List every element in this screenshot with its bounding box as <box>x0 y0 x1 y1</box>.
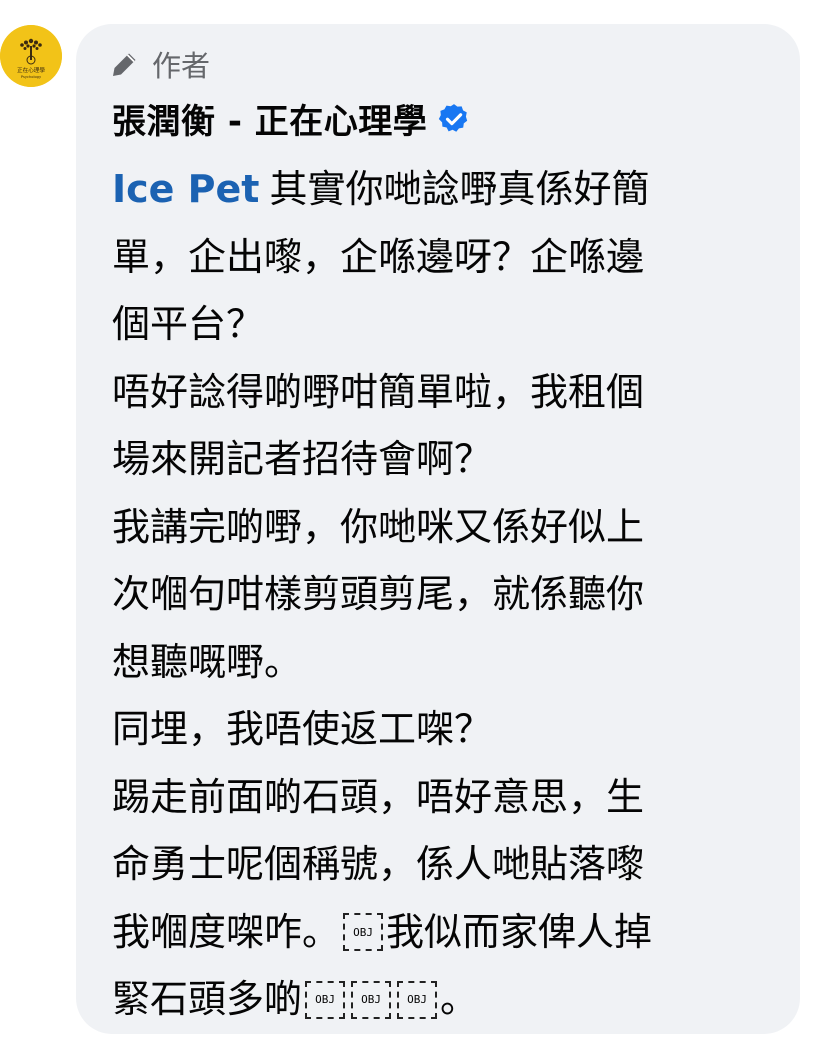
obj-placeholder-icon: OBJ <box>397 980 438 1019</box>
comment-line-text: 其實你哋諗嘢真係好簡 <box>269 167 650 211</box>
comment-line: 命勇士呢個稱號，係人哋貼落嚟 <box>112 831 752 899</box>
comment-line-text: 我似而家俾人掉 <box>386 909 653 954</box>
comment-line-text: 次嗰句咁樣剪頭剪尾，就係聽你 <box>112 572 645 616</box>
comment-line-text: 想聽嘅嘢。 <box>112 639 303 684</box>
comment-line-text: 我嗰度㗎咋。 <box>112 909 341 954</box>
comment-line-text: 我講完啲嘢，你哋咪又係好似上 <box>112 504 645 549</box>
comment-line-text: 單，企出嚟，企喺邊呀？企喺邊 <box>112 234 645 279</box>
comment-text: Ice Pet 其實你哋諗嘢真係好簡 單，企出嚟，企喺邊呀？企喺邊 個平台？ 唔… <box>112 156 752 1034</box>
comment-line: 個平台？ <box>112 291 752 359</box>
comment-line-text: 個平台？ <box>112 302 265 346</box>
obj-placeholder-icon: OBJ <box>343 913 384 952</box>
avatar-logo-subtext: Psychology <box>21 75 42 79</box>
comment-line-text: 踢走前面啲石頭，唔好意思，生 <box>112 774 645 819</box>
comment-line-text: 緊石頭多啲 <box>112 977 303 1021</box>
author-name-row: 張潤衡 - 正在心理學 <box>112 94 471 143</box>
avatar-logo-text: 正在心理學 <box>17 66 45 74</box>
comment-line-text: 場來開記者招待會啊？ <box>112 437 493 481</box>
comment-line: 單，企出嚟，企喺邊呀？企喺邊 <box>112 224 752 292</box>
comment-line-text: 唔好諗得啲嘢咁簡單啦，我租個 <box>112 369 645 414</box>
comment-line: Ice Pet 其實你哋諗嘢真係好簡 <box>112 156 752 224</box>
obj-placeholder-icon: OBJ <box>351 980 392 1019</box>
author-role-label: 作者 <box>152 49 211 83</box>
comment-line: 場來開記者招待會啊？ <box>112 426 752 494</box>
author-name[interactable]: 張潤衡 - 正在心理學 <box>112 94 427 143</box>
comment-line: 同埋，我唔使返工㗎？ <box>112 696 752 764</box>
obj-placeholder-icon: OBJ <box>305 980 346 1019</box>
comment-line-text: 命勇士呢個稱號，係人哋貼落嚟 <box>112 842 645 886</box>
pencil-icon <box>110 49 140 79</box>
avatar[interactable]: 正在心理學 Psychology <box>0 25 62 87</box>
comment-line-text: 同埋，我唔使返工㗎？ <box>112 707 493 751</box>
comment-line: 我講完啲嘢，你哋咪又係好似上 <box>112 494 752 562</box>
comment-line: 我嗰度㗎咋。 OBJ 我似而家俾人掉 <box>112 899 752 967</box>
comment-line-text: 。 <box>440 977 479 1021</box>
verified-badge-icon <box>437 102 471 136</box>
mention-link[interactable]: Ice Pet <box>112 156 259 224</box>
comment-line: 緊石頭多啲 OBJ OBJ OBJ 。 <box>112 966 752 1034</box>
comment-line: 踢走前面啲石頭，唔好意思，生 <box>112 764 752 832</box>
author-role-row: 作者 <box>110 44 210 84</box>
comment-line: 想聽嘅嘢。 <box>112 629 752 697</box>
tree-logo-icon: 正在心理學 Psychology <box>0 25 62 87</box>
comment-line: 唔好諗得啲嘢咁簡單啦，我租個 <box>112 359 752 427</box>
comment-line: 次嗰句咁樣剪頭剪尾，就係聽你 <box>112 561 752 629</box>
